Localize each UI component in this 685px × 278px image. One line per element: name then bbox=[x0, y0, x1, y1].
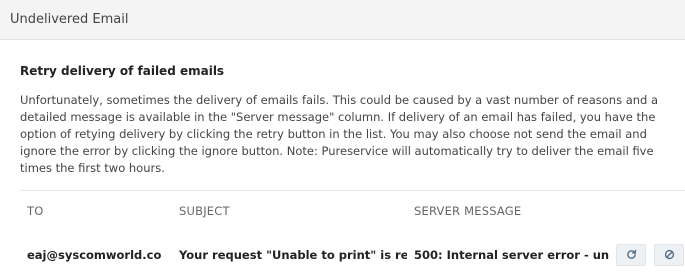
panel-header: Undelivered Email bbox=[0, 0, 685, 40]
row-actions bbox=[616, 243, 685, 266]
column-header-server-message[interactable]: SERVER MESSAGE bbox=[407, 190, 609, 231]
column-header-subject[interactable]: SUBJECT bbox=[172, 190, 407, 231]
table-header-row: TO SUBJECT SERVER MESSAGE bbox=[20, 190, 685, 231]
cell-server-message: 500: Internal server error - unal bbox=[414, 247, 609, 262]
refresh-icon bbox=[626, 249, 636, 259]
undelivered-email-table: TO SUBJECT SERVER MESSAGE eaj@syscomworl… bbox=[20, 190, 685, 278]
cell-subject: Your request "Unable to print" is reg bbox=[179, 247, 407, 262]
column-header-to[interactable]: TO bbox=[20, 190, 172, 231]
section-description: Unfortunately, sometimes the delivery of… bbox=[20, 93, 659, 175]
section-title: Retry delivery of failed emails bbox=[20, 64, 225, 78]
panel-title: Undelivered Email bbox=[10, 12, 129, 27]
cell-actions bbox=[609, 231, 685, 278]
panel-body: Retry delivery of failed emails Unfortun… bbox=[0, 40, 685, 278]
retry-button[interactable] bbox=[616, 243, 646, 266]
column-header-actions bbox=[609, 190, 685, 231]
cell-to: eaj@syscomworld.co bbox=[27, 247, 162, 262]
ignore-button[interactable] bbox=[654, 243, 684, 266]
ban-icon bbox=[664, 249, 674, 260]
table-row: eaj@syscomworld.co Your request "Unable … bbox=[20, 231, 685, 278]
undelivered-email-panel: Undelivered Email Retry delivery of fail… bbox=[0, 0, 685, 274]
